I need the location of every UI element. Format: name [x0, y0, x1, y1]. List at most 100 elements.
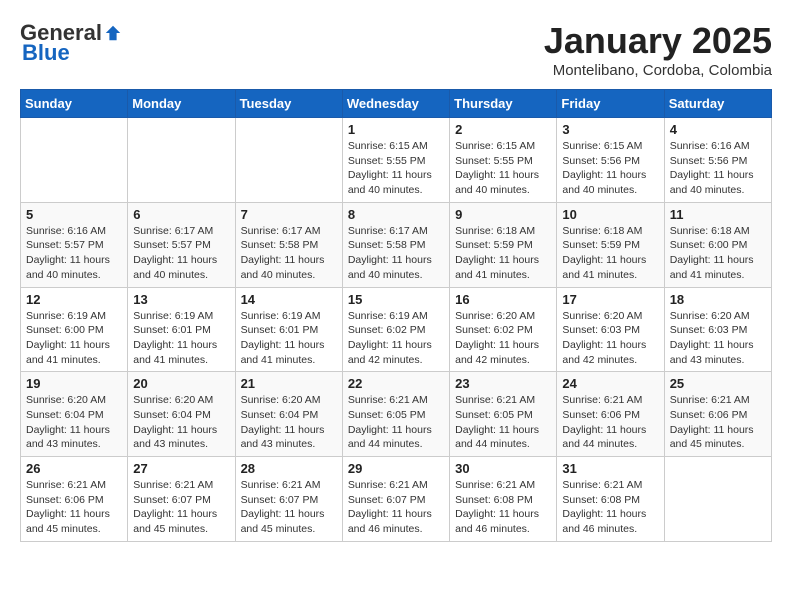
day-info: Sunrise: 6:21 AMSunset: 6:08 PMDaylight:…	[562, 478, 658, 537]
day-info: Sunrise: 6:20 AMSunset: 6:04 PMDaylight:…	[133, 393, 229, 452]
calendar-day-cell: 30 Sunrise: 6:21 AMSunset: 6:08 PMDayligh…	[450, 457, 557, 542]
day-info: Sunrise: 6:21 AMSunset: 6:06 PMDaylight:…	[670, 393, 766, 452]
day-number: 22	[348, 376, 444, 391]
logo-blue-text: Blue	[20, 40, 70, 66]
day-number: 17	[562, 292, 658, 307]
day-number: 19	[26, 376, 122, 391]
calendar-day-cell: 10 Sunrise: 6:18 AMSunset: 5:59 PMDayligh…	[557, 202, 664, 287]
day-info: Sunrise: 6:19 AMSunset: 6:00 PMDaylight:…	[26, 309, 122, 368]
calendar-week-row: 26 Sunrise: 6:21 AMSunset: 6:06 PMDayligh…	[21, 457, 772, 542]
weekday-header-cell: Wednesday	[342, 90, 449, 118]
calendar-day-cell: 11 Sunrise: 6:18 AMSunset: 6:00 PMDayligh…	[664, 202, 771, 287]
calendar-table: SundayMondayTuesdayWednesdayThursdayFrid…	[20, 89, 772, 542]
day-info: Sunrise: 6:17 AMSunset: 5:58 PMDaylight:…	[241, 224, 337, 283]
calendar-day-cell: 26 Sunrise: 6:21 AMSunset: 6:06 PMDayligh…	[21, 457, 128, 542]
day-info: Sunrise: 6:21 AMSunset: 6:08 PMDaylight:…	[455, 478, 551, 537]
calendar-day-cell: 19Sunrise: 6:20 AMSunset: 6:04 PMDayligh…	[21, 372, 128, 457]
day-info: Sunrise: 6:21 AMSunset: 6:06 PMDaylight:…	[562, 393, 658, 452]
calendar-day-cell: 31 Sunrise: 6:21 AMSunset: 6:08 PMDayligh…	[557, 457, 664, 542]
day-number: 23	[455, 376, 551, 391]
day-info: Sunrise: 6:21 AMSunset: 6:05 PMDaylight:…	[455, 393, 551, 452]
calendar-day-cell: 15 Sunrise: 6:19 AMSunset: 6:02 PMDayligh…	[342, 287, 449, 372]
location-subtitle: Montelibano, Cordoba, Colombia	[544, 62, 772, 79]
day-info: Sunrise: 6:21 AMSunset: 6:07 PMDaylight:…	[133, 478, 229, 537]
day-info: Sunrise: 6:15 AMSunset: 5:56 PMDaylight:…	[562, 139, 658, 198]
day-number: 29	[348, 461, 444, 476]
logo: General Blue	[20, 20, 122, 66]
day-number: 21	[241, 376, 337, 391]
calendar-day-cell: 28 Sunrise: 6:21 AMSunset: 6:07 PMDayligh…	[235, 457, 342, 542]
day-number: 9	[455, 207, 551, 222]
day-info: Sunrise: 6:18 AMSunset: 6:00 PMDaylight:…	[670, 224, 766, 283]
calendar-week-row: 5 Sunrise: 6:16 AMSunset: 5:57 PMDaylight…	[21, 202, 772, 287]
day-info: Sunrise: 6:21 AMSunset: 6:07 PMDaylight:…	[241, 478, 337, 537]
calendar-day-cell: 22 Sunrise: 6:21 AMSunset: 6:05 PMDayligh…	[342, 372, 449, 457]
day-number: 15	[348, 292, 444, 307]
calendar-day-cell: 24 Sunrise: 6:21 AMSunset: 6:06 PMDayligh…	[557, 372, 664, 457]
day-number: 16	[455, 292, 551, 307]
day-number: 3	[562, 122, 658, 137]
day-number: 26	[26, 461, 122, 476]
calendar-day-cell: 17 Sunrise: 6:20 AMSunset: 6:03 PMDayligh…	[557, 287, 664, 372]
calendar-day-cell: 21 Sunrise: 6:20 AMSunset: 6:04 PMDayligh…	[235, 372, 342, 457]
weekday-header-cell: Saturday	[664, 90, 771, 118]
calendar-week-row: 12Sunrise: 6:19 AMSunset: 6:00 PMDayligh…	[21, 287, 772, 372]
day-info: Sunrise: 6:18 AMSunset: 5:59 PMDaylight:…	[455, 224, 551, 283]
day-number: 14	[241, 292, 337, 307]
weekday-header-row: SundayMondayTuesdayWednesdayThursdayFrid…	[21, 90, 772, 118]
day-info: Sunrise: 6:21 AMSunset: 6:06 PMDaylight:…	[26, 478, 122, 537]
calendar-day-cell: 8Sunrise: 6:17 AMSunset: 5:58 PMDaylight…	[342, 202, 449, 287]
day-info: Sunrise: 6:20 AMSunset: 6:04 PMDaylight:…	[241, 393, 337, 452]
day-info: Sunrise: 6:21 AMSunset: 6:05 PMDaylight:…	[348, 393, 444, 452]
day-info: Sunrise: 6:19 AMSunset: 6:02 PMDaylight:…	[348, 309, 444, 368]
weekday-header-cell: Monday	[128, 90, 235, 118]
calendar-day-cell: 6Sunrise: 6:17 AMSunset: 5:57 PMDaylight…	[128, 202, 235, 287]
day-number: 13	[133, 292, 229, 307]
day-info: Sunrise: 6:18 AMSunset: 5:59 PMDaylight:…	[562, 224, 658, 283]
calendar-day-cell: 12Sunrise: 6:19 AMSunset: 6:00 PMDayligh…	[21, 287, 128, 372]
day-number: 18	[670, 292, 766, 307]
day-number: 25	[670, 376, 766, 391]
calendar-day-cell	[128, 118, 235, 203]
calendar-day-cell: 14Sunrise: 6:19 AMSunset: 6:01 PMDayligh…	[235, 287, 342, 372]
calendar-day-cell: 7Sunrise: 6:17 AMSunset: 5:58 PMDaylight…	[235, 202, 342, 287]
day-number: 11	[670, 207, 766, 222]
calendar-day-cell: 25 Sunrise: 6:21 AMSunset: 6:06 PMDayligh…	[664, 372, 771, 457]
calendar-day-cell: 27 Sunrise: 6:21 AMSunset: 6:07 PMDayligh…	[128, 457, 235, 542]
calendar-day-cell	[21, 118, 128, 203]
calendar-day-cell: 16 Sunrise: 6:20 AMSunset: 6:02 PMDayligh…	[450, 287, 557, 372]
logo-icon	[104, 24, 122, 42]
day-info: Sunrise: 6:15 AMSunset: 5:55 PMDaylight:…	[455, 139, 551, 198]
day-number: 8	[348, 207, 444, 222]
weekday-header-cell: Sunday	[21, 90, 128, 118]
day-number: 24	[562, 376, 658, 391]
day-info: Sunrise: 6:21 AMSunset: 6:07 PMDaylight:…	[348, 478, 444, 537]
day-info: Sunrise: 6:15 AMSunset: 5:55 PMDaylight:…	[348, 139, 444, 198]
day-number: 27	[133, 461, 229, 476]
day-info: Sunrise: 6:20 AMSunset: 6:03 PMDaylight:…	[562, 309, 658, 368]
calendar-day-cell: 3 Sunrise: 6:15 AMSunset: 5:56 PMDaylight…	[557, 118, 664, 203]
day-number: 5	[26, 207, 122, 222]
day-info: Sunrise: 6:16 AMSunset: 5:56 PMDaylight:…	[670, 139, 766, 198]
day-number: 20	[133, 376, 229, 391]
day-number: 4	[670, 122, 766, 137]
calendar-day-cell: 20 Sunrise: 6:20 AMSunset: 6:04 PMDayligh…	[128, 372, 235, 457]
calendar-day-cell	[235, 118, 342, 203]
weekday-header-cell: Thursday	[450, 90, 557, 118]
calendar-body: 1 Sunrise: 6:15 AMSunset: 5:55 PMDaylight…	[21, 118, 772, 542]
calendar-week-row: 1 Sunrise: 6:15 AMSunset: 5:55 PMDaylight…	[21, 118, 772, 203]
title-block: January 2025 Montelibano, Cordoba, Colom…	[544, 20, 772, 79]
day-info: Sunrise: 6:16 AMSunset: 5:57 PMDaylight:…	[26, 224, 122, 283]
day-number: 31	[562, 461, 658, 476]
day-info: Sunrise: 6:20 AMSunset: 6:02 PMDaylight:…	[455, 309, 551, 368]
day-number: 10	[562, 207, 658, 222]
calendar-day-cell: 13 Sunrise: 6:19 AMSunset: 6:01 PMDayligh…	[128, 287, 235, 372]
day-number: 30	[455, 461, 551, 476]
day-number: 28	[241, 461, 337, 476]
calendar-day-cell	[664, 457, 771, 542]
calendar-day-cell: 29 Sunrise: 6:21 AMSunset: 6:07 PMDayligh…	[342, 457, 449, 542]
day-info: Sunrise: 6:19 AMSunset: 6:01 PMDaylight:…	[133, 309, 229, 368]
day-number: 1	[348, 122, 444, 137]
day-number: 2	[455, 122, 551, 137]
day-info: Sunrise: 6:17 AMSunset: 5:57 PMDaylight:…	[133, 224, 229, 283]
